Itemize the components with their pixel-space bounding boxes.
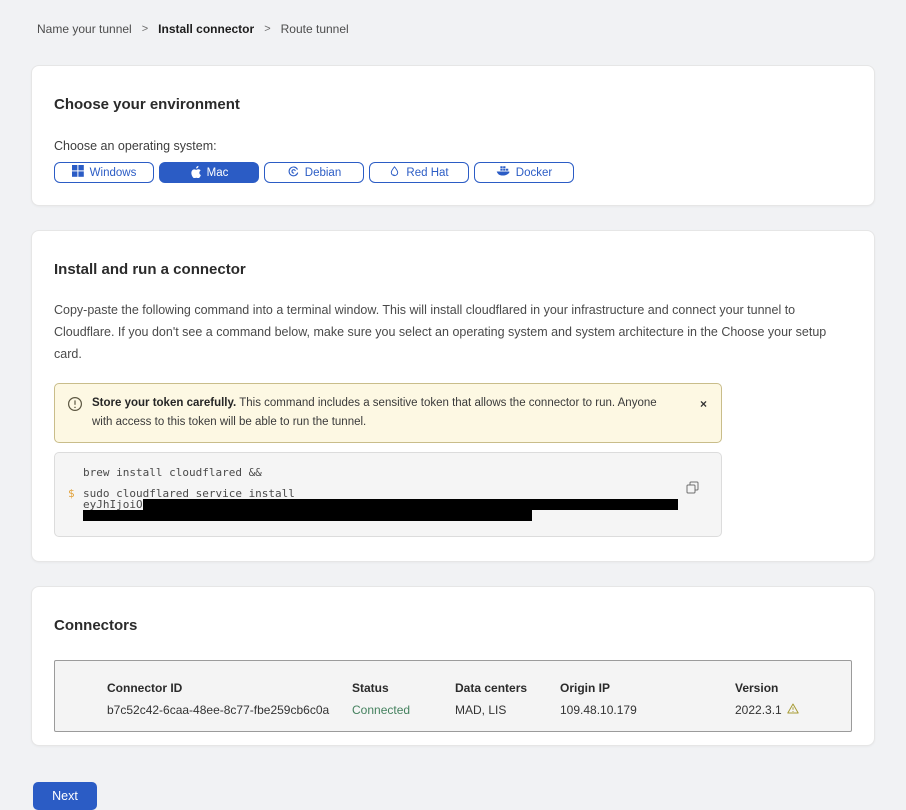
os-button-label: Windows [90,167,137,179]
connectors-table-header: Connector ID Status Data centers Origin … [107,681,851,695]
install-card-description: Copy-paste the following command into a … [54,300,848,366]
breadcrumb-step-route-tunnel[interactable]: Route tunnel [281,22,349,36]
connector-id-value: b7c52c42-6caa-48ee-8c77-fbe259cb6c0a [107,703,352,717]
apple-icon [190,165,201,181]
os-button-label: Docker [516,167,552,179]
os-select-label: Choose an operating system: [54,139,852,153]
environment-card: Choose your environment Choose an operat… [31,65,875,206]
connectors-table: Connector ID Status Data centers Origin … [54,660,852,732]
next-button[interactable]: Next [33,782,97,810]
command-token-line: eyJhIjoiO [55,499,721,510]
close-icon[interactable]: × [696,396,711,412]
breadcrumb-separator: > [264,23,270,35]
warning-banner-text: Store your token carefully. This command… [92,394,677,432]
column-header-status: Status [352,681,455,695]
os-button-group: Windows Mac Debian Red Hat [54,162,852,183]
token-warning-banner: Store your token carefully. This command… [54,383,722,443]
docker-icon [496,165,510,180]
connector-table-row: b7c52c42-6caa-48ee-8c77-fbe259cb6c0a Con… [107,703,851,717]
connector-version-value: 2022.3.1 [735,703,782,717]
install-connector-card: Install and run a connector Copy-paste t… [31,230,875,562]
connector-status-badge: Connected [352,703,455,717]
breadcrumb-separator: > [142,23,148,35]
shell-prompt: $ [68,488,75,499]
connectors-card-title: Connectors [54,617,852,634]
connector-origin-ip-value: 109.48.10.179 [560,703,735,717]
connector-data-centers-value: MAD, LIS [455,703,560,717]
command-token-line-2 [55,510,721,521]
install-card-title: Install and run a connector [54,261,852,278]
column-header-data-centers: Data centers [455,681,560,695]
windows-icon [72,165,84,180]
breadcrumb-step-install-connector[interactable]: Install connector [158,22,254,36]
copy-icon[interactable] [686,481,699,497]
warning-triangle-icon [787,703,799,717]
redacted-token-bar [83,510,532,521]
os-button-redhat[interactable]: Red Hat [369,162,469,183]
install-command-block: brew install cloudflared && $sudo cloudf… [54,452,722,537]
os-button-mac[interactable]: Mac [159,162,259,183]
column-header-version: Version [735,681,851,695]
os-button-docker[interactable]: Docker [474,162,574,183]
os-button-debian[interactable]: Debian [264,162,364,183]
connectors-card: Connectors Connector ID Status Data cent… [31,586,875,746]
os-button-windows[interactable]: Windows [54,162,154,183]
os-button-label: Debian [305,167,341,179]
os-button-label: Mac [207,167,229,179]
warning-banner-bold: Store your token carefully. [92,397,236,409]
breadcrumb-step-name-your-tunnel[interactable]: Name your tunnel [37,22,132,36]
connector-version-cell: 2022.3.1 [735,703,851,717]
alert-circle-icon [67,396,83,432]
command-line-1: brew install cloudflared && [55,467,721,478]
column-header-connector-id: Connector ID [107,681,352,695]
tunnel-setup-page: Name your tunnel > Install connector > R… [0,0,906,810]
column-header-origin-ip: Origin IP [560,681,735,695]
redacted-token-bar [143,499,678,510]
environment-card-title: Choose your environment [54,96,852,113]
command-line-2: $sudo cloudflared service install [55,488,721,499]
os-button-label: Red Hat [406,167,448,179]
debian-icon [287,165,299,180]
breadcrumb: Name your tunnel > Install connector > R… [31,22,875,36]
redhat-icon [389,165,400,181]
